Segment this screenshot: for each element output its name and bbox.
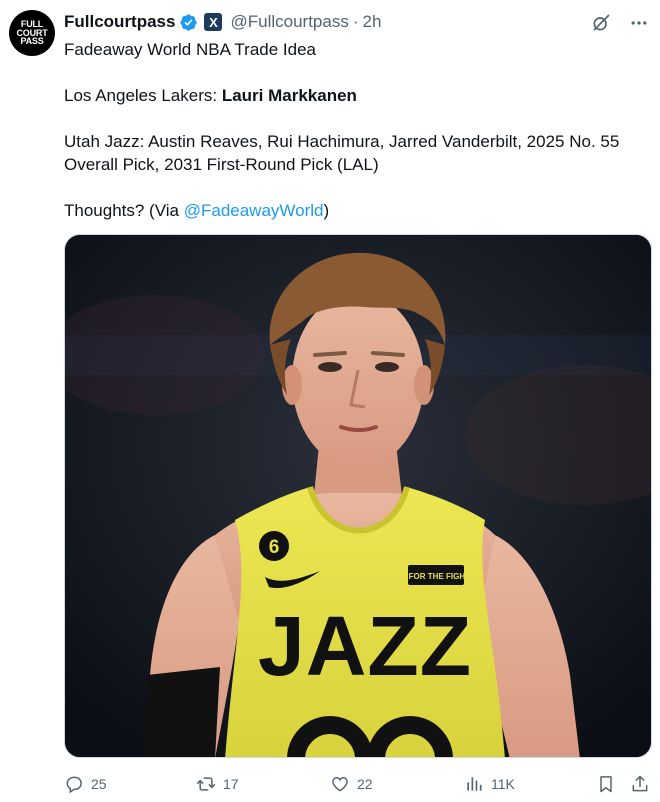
repost-button[interactable]: 17 xyxy=(196,774,239,794)
thoughts-suffix: ) xyxy=(323,201,330,220)
jersey-side-patch: 5 FOR THE FIGHT xyxy=(402,572,470,581)
author-name[interactable]: Fullcourtpass xyxy=(64,12,175,32)
avatar-text-line: PASS xyxy=(20,36,44,47)
more-options-icon[interactable] xyxy=(628,12,650,34)
lakers-player: Lauri Markkanen xyxy=(221,86,357,105)
share-icon xyxy=(632,775,648,792)
repost-count: 17 xyxy=(223,776,239,792)
analytics-icon xyxy=(467,777,482,791)
tweet-header: Fullcourtpass X @Fullcourtpass · 2h xyxy=(64,11,381,33)
jersey-number-patch: 6 xyxy=(269,537,280,558)
reply-button[interactable]: 25 xyxy=(64,774,107,794)
heart-icon xyxy=(332,776,348,792)
grok-icon[interactable] xyxy=(590,12,612,34)
post-line-jazz: Utah Jazz: Austin Reaves, Rui Hachimura,… xyxy=(64,132,620,174)
like-count: 22 xyxy=(357,776,373,792)
tweet-top-actions xyxy=(590,12,650,34)
tweet: FULL COURT PASS Fullcourtpass X @Fullcou… xyxy=(0,0,660,802)
tweet-text: Fadeaway World NBA Trade Idea Los Angele… xyxy=(64,38,644,222)
mention-link[interactable]: @FadeawayWorld xyxy=(184,201,324,220)
author-handle[interactable]: @Fullcourtpass xyxy=(230,12,348,32)
tweet-action-bar: 25 17 22 11K xyxy=(64,774,654,796)
separator-dot: · xyxy=(352,12,359,31)
jersey-team-text: JAZZ xyxy=(258,599,472,693)
like-button[interactable]: 22 xyxy=(330,774,373,794)
views-button[interactable]: 11K xyxy=(464,774,515,794)
lakers-label: Los Angeles Lakers: xyxy=(64,86,222,105)
thoughts-prefix: Thoughts? (Via xyxy=(64,201,184,220)
share-button[interactable] xyxy=(630,774,650,794)
verified-badge-icon xyxy=(180,13,198,31)
reply-icon xyxy=(66,776,82,794)
reply-count: 25 xyxy=(91,776,107,792)
bookmark-icon xyxy=(600,776,612,793)
post-timestamp[interactable]: 2h xyxy=(363,12,382,32)
avatar[interactable]: FULL COURT PASS xyxy=(9,10,55,56)
player-photo: 6 5 FOR THE FIGHT JAZZ xyxy=(65,235,651,757)
post-line-lakers: Los Angeles Lakers: Lauri Markkanen xyxy=(64,84,644,107)
post-line-title: Fadeaway World NBA Trade Idea xyxy=(64,40,316,59)
view-count: 11K xyxy=(491,776,515,792)
repost-icon xyxy=(196,777,216,791)
bookmark-button[interactable] xyxy=(596,774,616,794)
affiliate-badge-icon: X xyxy=(204,13,223,31)
post-line-thoughts: Thoughts? (Via @FadeawayWorld) xyxy=(64,199,644,222)
post-media-image[interactable]: 6 5 FOR THE FIGHT JAZZ xyxy=(64,234,652,758)
